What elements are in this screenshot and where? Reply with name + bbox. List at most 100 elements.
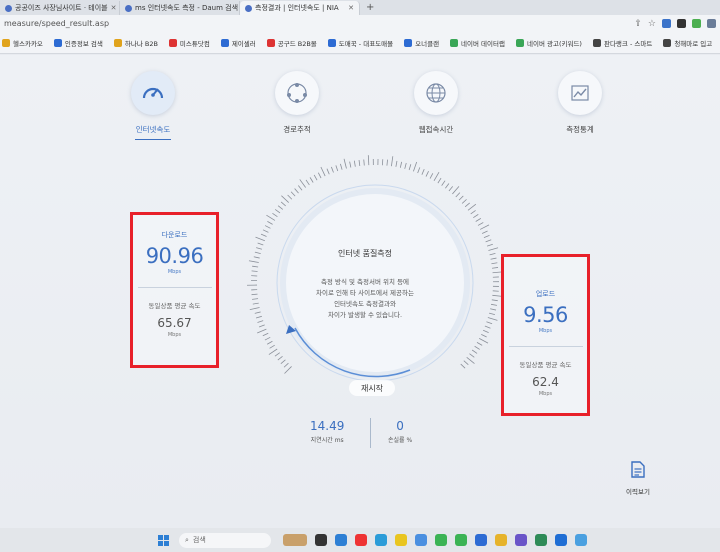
- gauge-tick: [268, 348, 278, 355]
- tab-title: 측정결과 | 인터넷속도 | NIA: [255, 4, 339, 12]
- bookmarks-bar: 헬스카카오 인증정보 검색 하나나 B2B 미스튜닷컴 제이셀러 공구드 B2B…: [0, 32, 720, 54]
- gauge-tick: [492, 267, 499, 269]
- app-icon[interactable]: [315, 534, 327, 546]
- app-icon[interactable]: [475, 534, 487, 546]
- history-button[interactable]: 이력보기: [618, 461, 658, 496]
- gauge-tick: [277, 205, 284, 210]
- gauge-tick: [473, 214, 479, 219]
- gauge-tick: [257, 242, 264, 246]
- gauge-tick: [257, 320, 264, 323]
- bookmark-item[interactable]: 미스튜닷컴: [168, 38, 210, 48]
- nav-route-trace[interactable]: 경로추적: [257, 71, 337, 135]
- gauge-tick: [489, 253, 496, 256]
- bookmark-item[interactable]: 오너클랜: [404, 38, 439, 48]
- loss-value: 0: [396, 419, 404, 433]
- retry-button[interactable]: 재시작: [349, 380, 395, 396]
- gauge-tick: [269, 344, 275, 349]
- speedometer-icon: [131, 71, 175, 115]
- gauge-tick: [277, 355, 283, 361]
- gauge-tick: [482, 329, 489, 334]
- app-icon[interactable]: [395, 534, 407, 546]
- gauge-tick: [363, 159, 365, 166]
- url-text[interactable]: measure/speed_result.asp: [4, 19, 109, 28]
- close-icon[interactable]: ✕: [111, 4, 117, 12]
- app-icon[interactable]: [455, 534, 467, 546]
- bookmark-item[interactable]: 인증정보 검색: [53, 38, 103, 48]
- app-icon[interactable]: [575, 534, 587, 546]
- gauge-tick: [408, 164, 412, 171]
- upload-panel: 업로드 9.56 Mbps 동일상품 평균 속도 62.4 Mbps: [501, 254, 590, 416]
- app-icon[interactable]: [535, 534, 547, 546]
- gauge-tick: [467, 203, 477, 211]
- gauge-tick: [317, 172, 322, 179]
- gauge-tick: [481, 333, 487, 338]
- chrome-icon[interactable]: [415, 534, 427, 546]
- windows-taskbar: ⌕ 검색: [0, 528, 720, 552]
- bookmark-item[interactable]: 공구드 B2B몰: [266, 38, 317, 48]
- gauge-tick: [248, 260, 259, 263]
- bookmark-item[interactable]: 헬스카카오: [2, 38, 43, 48]
- download-avg-value: 65.67: [157, 316, 192, 330]
- bookmark-item[interactable]: 판다랭크 - 스마트: [592, 38, 652, 48]
- folder-icon[interactable]: [495, 534, 507, 546]
- favicon-icon: [5, 4, 12, 12]
- windows-start-icon[interactable]: [158, 534, 169, 546]
- close-icon[interactable]: ✕: [348, 4, 354, 12]
- gauge-tick: [486, 321, 493, 325]
- app-icon[interactable]: [555, 534, 567, 546]
- divider: [137, 287, 212, 288]
- nav-statistics[interactable]: 측정통계: [540, 71, 620, 135]
- app-icon[interactable]: [335, 534, 347, 546]
- bookmark-item[interactable]: 하나나 B2B: [113, 38, 158, 48]
- download-avg-unit: Mbps: [167, 332, 182, 338]
- gauge-tick: [490, 308, 497, 311]
- extension-icon[interactable]: [707, 19, 716, 28]
- app-icon[interactable]: [435, 534, 447, 546]
- bookmark-item[interactable]: 도매꾹 - 대표도매몰: [327, 38, 393, 48]
- bookmark-item[interactable]: 청해마로 입고: [663, 38, 712, 48]
- bookmark-item[interactable]: 네이버 데이터랩: [450, 38, 505, 48]
- extension-icon[interactable]: [662, 19, 671, 28]
- gauge-tick: [309, 177, 314, 183]
- gauge-tick: [491, 299, 498, 302]
- gauge-tick: [326, 168, 330, 175]
- gauge-tick: [458, 195, 464, 201]
- route-icon: [275, 71, 319, 115]
- bookmark-icon: [266, 38, 275, 47]
- app-icon[interactable]: [515, 534, 527, 546]
- app-icon[interactable]: [283, 534, 307, 546]
- upload-value: 9.56: [523, 303, 568, 327]
- gauge-tick: [452, 186, 460, 195]
- browser-tab-1[interactable]: 공공이즈 사장님사이트 · 테이블 ✕: [0, 1, 120, 15]
- app-icon[interactable]: [355, 534, 367, 546]
- nav-internet-speed[interactable]: 인터넷속도: [113, 71, 193, 140]
- gauge-tick: [255, 236, 265, 242]
- share-icon[interactable]: ⇪: [634, 19, 642, 29]
- bookmark-star-icon[interactable]: ☆: [648, 19, 656, 29]
- browser-tab-2[interactable]: ms 인터넷속도 측정 - Daum 검색 ✕: [120, 1, 240, 15]
- nav-web-access-time[interactable]: 웹접속시간: [396, 71, 476, 135]
- gauge-tick: [353, 160, 356, 167]
- gauge-tick: [340, 163, 343, 170]
- gauge-tick: [251, 270, 258, 272]
- taskbar-search[interactable]: ⌕ 검색: [179, 532, 271, 548]
- bookmark-icon: [168, 38, 177, 47]
- gauge-tick: [343, 158, 347, 169]
- browser-tab-3[interactable]: 측정결과 | 인터넷속도 | NIA ✕: [240, 1, 360, 15]
- gauge-tick: [490, 257, 497, 260]
- gauge-tick: [252, 302, 259, 305]
- gauge-tick: [358, 159, 361, 167]
- gauge-tick: [483, 234, 490, 239]
- bookmark-item[interactable]: 제이셀러: [220, 38, 256, 48]
- gauge-tick: [283, 362, 289, 368]
- app-icon[interactable]: [375, 534, 387, 546]
- gauge-tick: [433, 171, 440, 182]
- extension-icon[interactable]: [677, 19, 686, 28]
- gauge-tick: [488, 312, 495, 316]
- nav-label: 웹접속시간: [418, 125, 454, 134]
- extension-icon[interactable]: [692, 19, 701, 28]
- gauge-tick: [272, 212, 278, 218]
- new-tab-button[interactable]: +: [360, 1, 380, 15]
- bookmark-item[interactable]: 네이버 광고(키워드): [515, 38, 582, 48]
- tab-title: 공공이즈 사장님사이트 · 테이블: [15, 4, 108, 12]
